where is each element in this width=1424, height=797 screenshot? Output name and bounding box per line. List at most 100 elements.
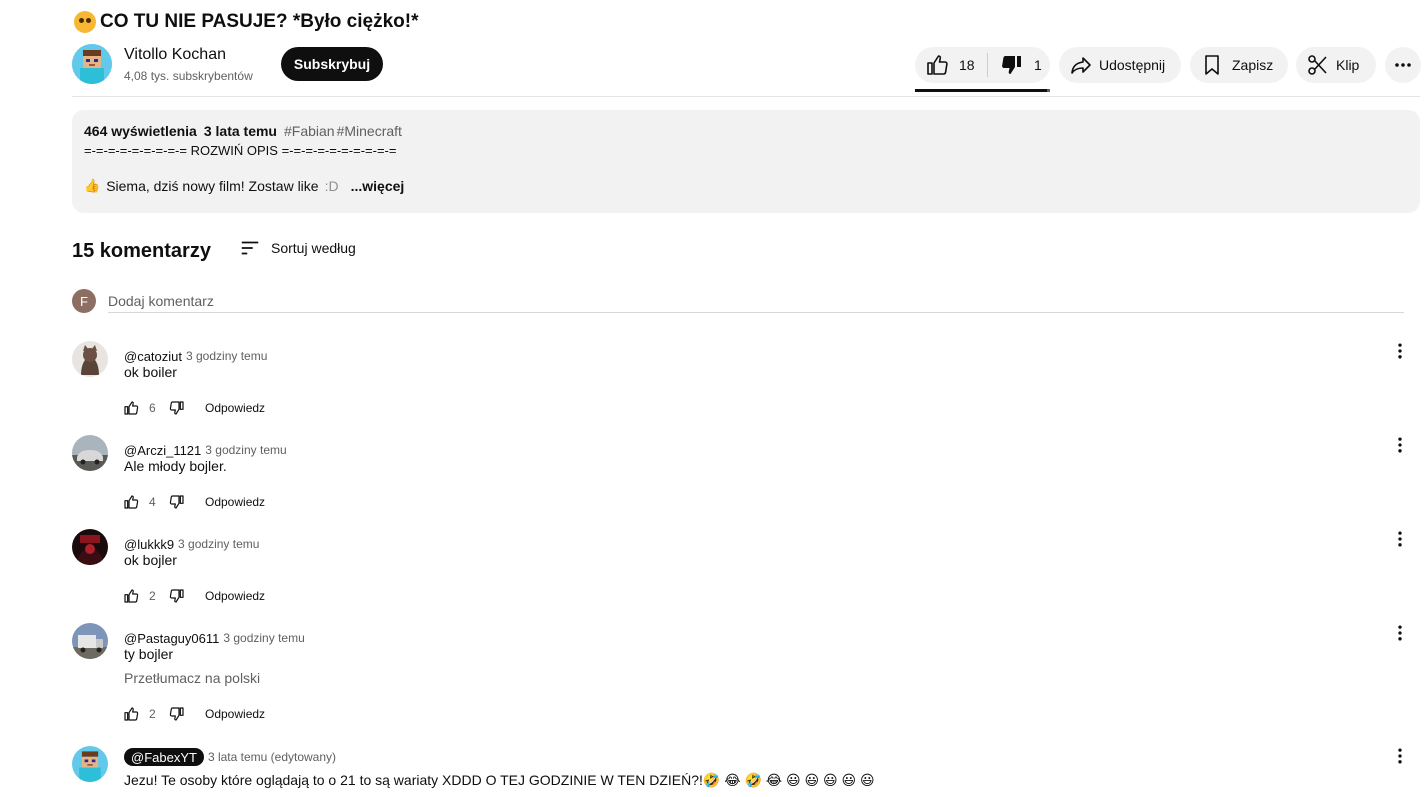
thumbs-up-icon[interactable] [123,494,139,510]
comment-text: Jezu! Te osoby które oglądają to o 21 to… [124,772,875,788]
translate-link[interactable]: Przetłumacz na polski [124,670,260,686]
description-meta: 464 wyświetlenia 3 lata temu #Fabian #Mi… [84,123,1408,139]
sort-button[interactable]: Sortuj według [239,238,356,258]
comment-time[interactable]: 3 godziny temu [223,631,304,645]
like-count: 18 [959,57,975,73]
clip-button[interactable]: Klip [1296,47,1376,83]
commenter-avatar[interactable] [72,529,108,565]
sort-label: Sortuj według [271,240,356,256]
comment-actions: 2 Odpowiedz [123,588,265,604]
share-arrow-icon [1071,57,1091,74]
description-text: Siema, dziś nowy film! Zostaw like [106,178,319,194]
subscribe-button[interactable]: Subskrybuj [281,47,383,81]
comment-author[interactable]: @Arczi_1121 [124,443,201,458]
thumbs-up-icon[interactable] [123,588,139,604]
comment-header: @catoziut 3 godziny temu [124,349,267,364]
like-button[interactable]: 18 [915,47,987,83]
comment-author[interactable]: @lukkk9 [124,537,174,552]
vertical-dots-icon [1398,531,1402,547]
commenter-avatar[interactable] [72,341,108,377]
commenter-avatar[interactable] [72,746,108,782]
channel-name[interactable]: Vitollo Kochan [124,46,226,64]
reply-button[interactable]: Odpowiedz [205,495,265,509]
comment-actions: 2 Odpowiedz [123,706,265,722]
view-count: 464 wyświetlenia [84,123,197,139]
dislike-button[interactable]: 1 [988,47,1042,83]
add-comment-row: F [72,289,1404,315]
comment-actions: 4 Odpowiedz [123,494,265,510]
thumbs-down-icon[interactable] [169,706,185,722]
like-ratio-bar [915,89,1050,92]
comment-author[interactable]: @catoziut [124,349,182,364]
comment-text: ty bojler [124,646,174,662]
commenter-avatar[interactable] [72,623,108,659]
bookmark-icon [1205,55,1219,75]
hashtag[interactable]: #Minecraft [337,123,402,139]
comment-time[interactable]: 3 godziny temu [186,349,267,363]
comment-text: ok boiler [124,364,177,380]
commenter-avatar[interactable] [72,435,108,471]
vertical-dots-icon [1398,625,1402,641]
share-button[interactable]: Udostępnij [1059,47,1181,83]
thumbs-up-emoji-icon: 👍 [84,178,101,193]
show-more-link[interactable]: ...więcej [351,178,405,194]
thumbs-down-icon[interactable] [169,494,185,510]
dislike-count: 1 [1034,57,1042,73]
description-text-suffix: :D [324,178,339,194]
save-button[interactable]: Zapisz [1190,47,1288,83]
reply-button[interactable]: Odpowiedz [205,707,265,721]
car-photo-avatar-icon [72,435,108,471]
dark-red-photo-avatar-icon [72,529,108,565]
truck-photo-avatar-icon [72,623,108,659]
comment-text: Ale młody bojler. [124,458,227,474]
more-actions-button[interactable] [1385,47,1421,83]
minecraft-skin-avatar-icon [72,746,108,782]
vertical-dots-icon [1398,437,1402,453]
comment-time[interactable]: 3 godziny temu [205,443,286,457]
thumbs-down-icon[interactable] [169,400,185,416]
clip-label: Klip [1336,57,1360,73]
vertical-dots-icon [1398,343,1402,359]
description-box[interactable]: 464 wyświetlenia 3 lata temu #Fabian #Mi… [72,110,1420,213]
comment-menu-button[interactable] [1390,746,1410,766]
add-comment-input[interactable] [108,289,1404,313]
scissors-icon [1308,55,1327,75]
comment-like-count: 2 [149,707,156,721]
channel-avatar[interactable] [72,44,112,84]
user-avatar: F [72,289,96,313]
thumbs-down-icon[interactable] [169,588,185,604]
comment-like-count: 6 [149,401,156,415]
comment-author-owner-badge[interactable]: @FabexYT [124,748,204,766]
thumbs-down-filled-icon [1002,56,1021,74]
vertical-dots-icon [1398,748,1402,764]
cat-photo-avatar-icon [72,341,108,377]
sort-icon [241,241,259,255]
channel-row: Vitollo Kochan 4,08 tys. subskrybentów S… [72,44,1421,92]
comment-like-count: 2 [149,589,156,603]
comment-menu-button[interactable] [1390,435,1410,455]
comment-menu-button[interactable] [1390,341,1410,361]
thumbs-up-icon[interactable] [123,706,139,722]
description-line: 👍 Siema, dziś nowy film! Zostaw like :D … [84,178,1408,194]
description-line: =-=-=-=-=-=-=-=-= ROZWIŃ OPIS =-=-=-=-=-… [84,143,397,158]
like-dislike-group: 18 1 [915,47,1050,83]
upload-age: 3 lata temu [203,123,277,139]
reply-button[interactable]: Odpowiedz [205,401,265,415]
subscriber-count: 4,08 tys. subskrybentów [124,69,253,83]
comment-author[interactable]: @Pastaguy0611 [124,631,219,646]
thumbs-up-icon[interactable] [123,400,139,416]
face-with-monocle-emoji-icon [74,11,96,33]
comment-time[interactable]: 3 godziny temu [178,537,259,551]
hashtag[interactable]: #Fabian [284,123,335,139]
comment-header: @FabexYT 3 lata temu (edytowany) [124,748,336,766]
save-label: Zapisz [1232,57,1274,73]
comment-menu-button[interactable] [1390,529,1410,549]
reply-button[interactable]: Odpowiedz [205,589,265,603]
video-title: CO TU NIE PASUJE? *Było ciężko!* [100,11,419,32]
comment-menu-button[interactable] [1390,623,1410,643]
minecraft-skin-avatar-icon [72,44,112,84]
comment-header: @Arczi_1121 3 godziny temu [124,443,287,458]
video-title-row: CO TU NIE PASUJE? *Było ciężko!* [74,9,419,35]
comment-header: @lukkk9 3 godziny temu [124,537,259,552]
comment-time[interactable]: 3 lata temu (edytowany) [208,750,336,764]
